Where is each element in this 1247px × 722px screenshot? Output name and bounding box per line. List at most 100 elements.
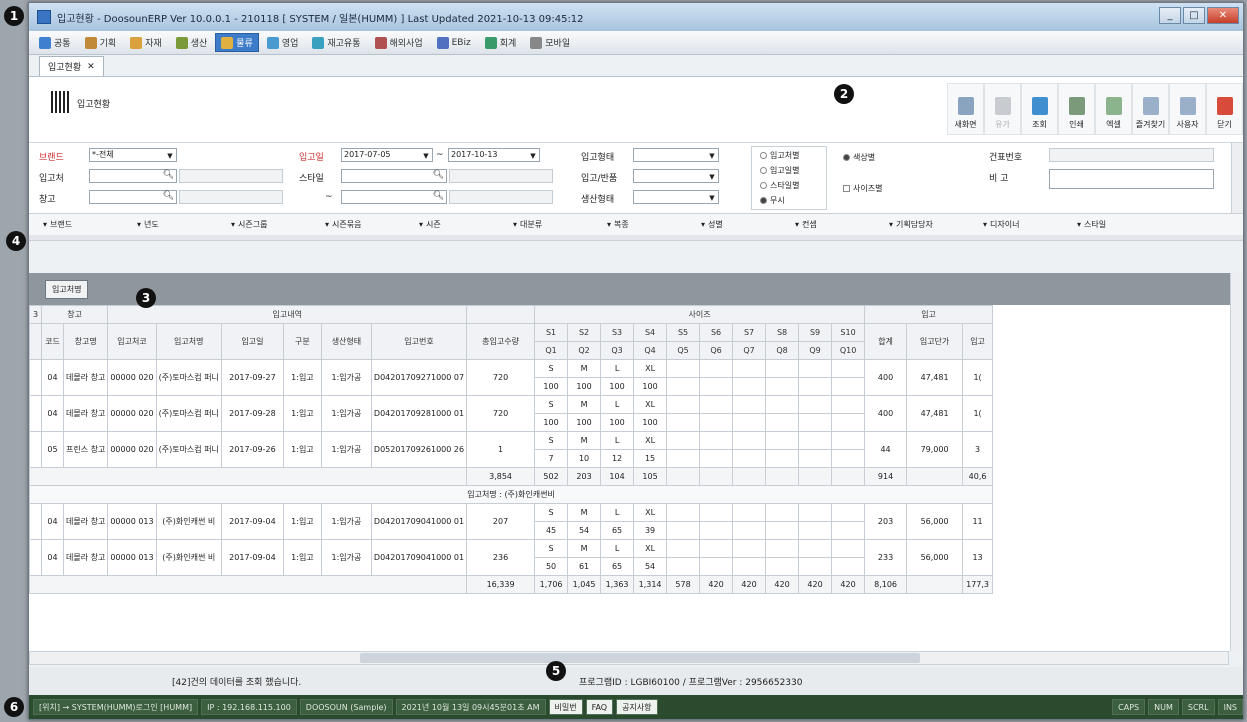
toolbar-button-0[interactable]: 새화면	[947, 83, 984, 135]
menu-item-4[interactable]: 물류	[215, 33, 259, 52]
table-row[interactable]: 05 프린스 창고 00000 020 (주)토마스컴 퍼니 2017-09-26 1:입…	[29, 431, 994, 468]
column-filter-3[interactable]: ▾ 시즌묶음	[325, 219, 413, 230]
search-icon[interactable]: 🔍︎	[433, 191, 444, 201]
column-filter-7[interactable]: ▾ 성별	[701, 219, 789, 230]
cell-wh: 프린스 창고	[62, 431, 109, 468]
tab-receipt-status[interactable]: 입고현황 ✕	[39, 56, 104, 76]
qty-cell: 7	[534, 449, 569, 468]
prodtype-select[interactable]: ▼	[633, 190, 719, 204]
status-item-7: CAPS	[1112, 699, 1146, 715]
vendor-input[interactable]: 🔍︎	[89, 169, 177, 183]
grouping-radio-0[interactable]: 입고처별	[760, 150, 799, 161]
column-filter-label: 성별	[708, 220, 723, 229]
search-icon[interactable]: 🔍︎	[163, 191, 174, 201]
size-cell	[798, 503, 833, 522]
tab-close-icon[interactable]: ✕	[87, 62, 95, 72]
qty-cell	[699, 557, 734, 576]
table-row[interactable]: 04 데몰라 창고 00000 020 (주)토마스컴 퍼니 2017-09-27 1:입…	[29, 359, 994, 396]
group-chip-vendor[interactable]: 입고처명	[45, 279, 89, 299]
remark-input[interactable]	[1049, 169, 1214, 189]
column-filter-0[interactable]: ▾ 브랜드	[43, 219, 131, 230]
menu-item-7[interactable]: 해외사업	[369, 33, 429, 52]
delivery-no-field[interactable]	[1049, 148, 1214, 162]
grouping-radio-2[interactable]: 스타일별	[760, 180, 799, 191]
scroll-thumb[interactable]	[360, 653, 920, 663]
panel-splitter[interactable]	[29, 235, 1243, 241]
search-icon[interactable]: 🔍︎	[163, 170, 174, 180]
table-row[interactable]: 04 데몰라 창고 00000 013 (주)화인캐썬 비 2017-09-04 1:입고…	[29, 503, 994, 540]
table-row[interactable]: 04 데몰라 창고 00000 020 (주)토마스컴 퍼니 2017-09-28 1:입…	[29, 395, 994, 432]
subtotal-amount: 40,6	[962, 467, 994, 486]
date-label: 입고일	[299, 153, 324, 163]
qty-cell	[732, 557, 767, 576]
grid-vertical-scrollbar[interactable]	[1230, 273, 1243, 651]
toolbar-button-4[interactable]: 엑셀	[1095, 83, 1132, 135]
size-cell	[666, 503, 701, 522]
menu-item-10[interactable]: 모바일	[524, 33, 576, 52]
size-header: Q9	[798, 341, 833, 360]
color-radio[interactable]: 색상별	[843, 152, 875, 163]
qty-cell: 45	[534, 521, 569, 540]
style-from-input[interactable]: 🔍︎	[341, 169, 447, 183]
header-blank	[466, 305, 536, 324]
column-filter-11[interactable]: ▾ 스타일	[1077, 219, 1165, 230]
menu-item-8[interactable]: EBiz	[431, 34, 477, 52]
grouping-radio-3[interactable]: 무시	[760, 195, 785, 206]
cell-sum: 44	[864, 431, 908, 468]
toolbar-button-5[interactable]: 즐겨찾기	[1132, 83, 1169, 135]
table-row[interactable]: 04 데몰라 창고 00000 013 (주)화인캐썬 비 2017-09-04 1:입고…	[29, 539, 994, 576]
status-item-6[interactable]: 공지사항	[616, 699, 658, 715]
column-filter-9[interactable]: ▾ 기획담당자	[889, 219, 977, 230]
minimize-button[interactable]: _	[1159, 7, 1181, 24]
menu-item-0[interactable]: 공통	[33, 33, 77, 52]
menu-item-1[interactable]: 기획	[79, 33, 123, 52]
menu-item-9[interactable]: 회계	[479, 33, 523, 52]
toolbar-label: 닫기	[1217, 120, 1232, 129]
cell-code: 05	[41, 431, 64, 468]
column-filter-6[interactable]: ▾ 복종	[607, 219, 695, 230]
filter-scrollbar[interactable]	[1231, 143, 1243, 213]
date-from-picker[interactable]: 2017-07-05 ▼	[341, 148, 433, 162]
column-filter-label: 시즌	[426, 220, 441, 229]
status-item-10: INS	[1217, 699, 1243, 715]
column-filter-10[interactable]: ▾ 디자이너	[983, 219, 1071, 230]
toolbar-button-1[interactable]: 유가	[984, 83, 1021, 135]
date-to-picker[interactable]: 2017-10-13 ▼	[448, 148, 540, 162]
menu-item-6[interactable]: 재고유통	[306, 33, 366, 52]
cell-date: 2017-09-04	[220, 503, 284, 540]
menu-item-5[interactable]: 영업	[261, 33, 305, 52]
subtotal-size: 1,706	[534, 575, 569, 594]
grouping-radio-1[interactable]: 입고일별	[760, 165, 799, 176]
status-item-5[interactable]: FAQ	[585, 699, 614, 715]
menu-item-2[interactable]: 자재	[124, 33, 168, 52]
subtotal-row: 16,339 1,706 1,045 1,363 1,314 578 420 420 420 42…	[29, 575, 994, 594]
receipt-table: 3 창고 입고내역 사이즈 입고 코드 창고명 입고처코 입고처명 입고일 구분 생산형태 입고번호 총입…	[29, 305, 994, 594]
qty-cell	[732, 377, 767, 396]
warehouse-input[interactable]: 🔍︎	[89, 190, 177, 204]
inout-select[interactable]: ▼	[633, 169, 719, 183]
group-row[interactable]: 입고처명 : (주)화인캐썬비	[29, 485, 994, 504]
grid-horizontal-scrollbar[interactable]	[29, 651, 1229, 665]
column-filter-2[interactable]: ▾ 시즌그룹	[231, 219, 319, 230]
cell-pt: 1:임가공	[320, 431, 372, 468]
close-window-button[interactable]: ✕	[1207, 7, 1239, 24]
status-item-9: SCRL	[1181, 699, 1215, 715]
size-checkbox[interactable]: 사이즈별	[843, 183, 882, 194]
size-cell	[666, 359, 701, 378]
maximize-button[interactable]: □	[1183, 7, 1205, 24]
intype-select[interactable]: ▼	[633, 148, 719, 162]
status-item-4[interactable]: 비밀번	[548, 699, 583, 715]
toolbar-button-7[interactable]: 닫기	[1206, 83, 1243, 135]
brand-select[interactable]: *-전체 ▼	[89, 148, 177, 162]
column-filter-1[interactable]: ▾ 년도	[137, 219, 225, 230]
column-filter-5[interactable]: ▾ 대분류	[513, 219, 601, 230]
toolbar-button-6[interactable]: 사용자	[1169, 83, 1206, 135]
column-filter-4[interactable]: ▾ 시즌	[419, 219, 507, 230]
column-filter-8[interactable]: ▾ 컨셉	[795, 219, 883, 230]
search-icon[interactable]: 🔍︎	[433, 170, 444, 180]
style-to-input[interactable]: 🔍︎	[341, 190, 447, 204]
menu-item-3[interactable]: 생산	[170, 33, 214, 52]
toolbar-button-3[interactable]: 인쇄	[1058, 83, 1095, 135]
cell-qty: 720	[466, 359, 536, 396]
toolbar-button-2[interactable]: 조회	[1021, 83, 1058, 135]
